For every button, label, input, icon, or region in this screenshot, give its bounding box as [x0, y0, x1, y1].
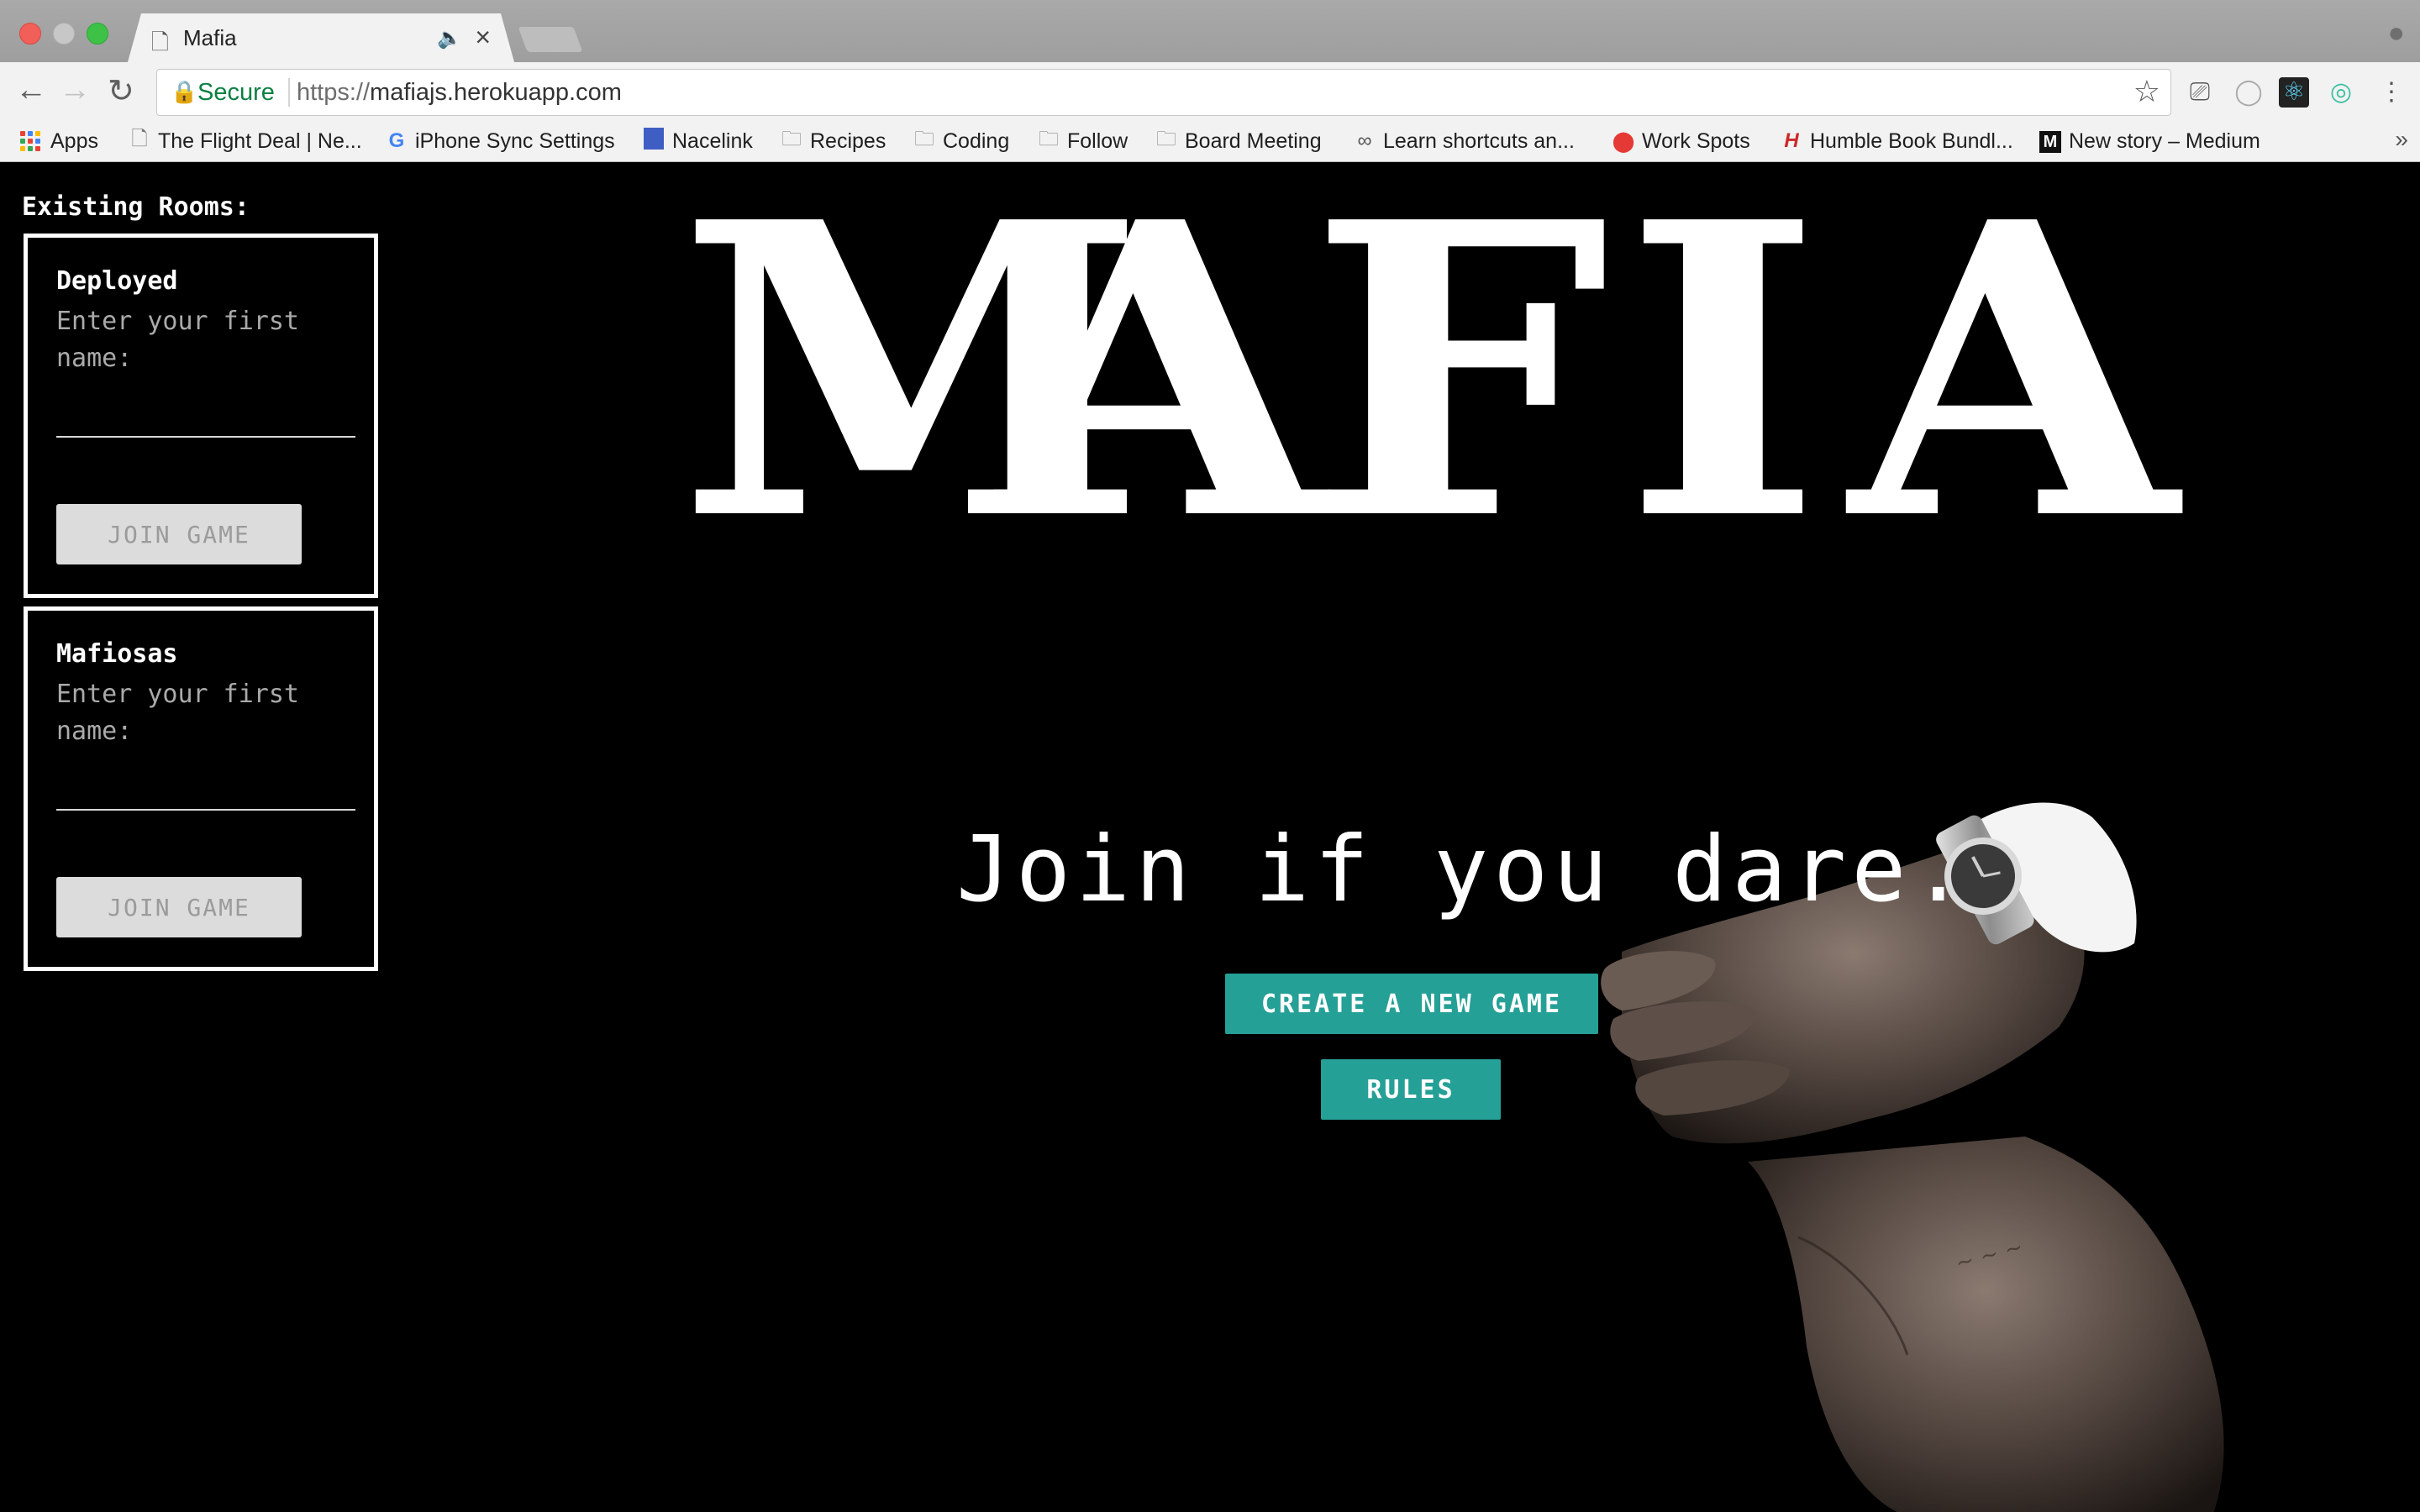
folder-icon: 🗀 [781, 127, 802, 150]
address-bar[interactable]: 🔒 Secure https://mafiajs.herokuapp.com ☆ [156, 69, 2171, 116]
bookmark-label: iPhone Sync Settings [415, 129, 615, 153]
bookmark-apps[interactable]: Apps [20, 124, 98, 158]
reload-icon[interactable]: ↻ [108, 72, 134, 110]
existing-rooms-heading: Existing Rooms: [22, 192, 250, 222]
tab-title: Mafia [183, 25, 237, 50]
room-name: Mafiosas [56, 639, 178, 669]
logo-letter: A [1849, 162, 2178, 609]
react-devtools-icon[interactable]: ⚛ [2279, 77, 2309, 108]
bookmark-iphone-sync[interactable]: G iPhone Sync Settings [385, 124, 615, 158]
url-host: mafiajs.herokuapp.com [370, 79, 622, 106]
more-bookmarks-chevron-icon[interactable]: » [2395, 126, 2408, 153]
page-content: Existing Rooms: Deployed Enter your firs… [0, 162, 2420, 1512]
bookmarks-bar: Apps 🗋 The Flight Deal | Ne... G iPhone … [0, 123, 2420, 162]
create-new-game-button[interactable]: CREATE A NEW GAME [1225, 974, 1598, 1034]
folder-icon: 🗀 [1156, 127, 1176, 150]
logo-letter: F [1308, 162, 1610, 609]
first-name-input[interactable] [56, 397, 355, 438]
secure-label: Secure [197, 79, 275, 106]
url-text[interactable]: https://mafiajs.herokuapp.com [297, 79, 622, 107]
window-close-button[interactable] [19, 23, 41, 45]
bookmark-humble-bundle[interactable]: H Humble Book Bundl... [1780, 124, 2013, 158]
rules-button[interactable]: RULES [1321, 1059, 1501, 1120]
folder-icon: 🗀 [1039, 127, 1059, 150]
back-arrow-icon[interactable]: ← [15, 72, 47, 108]
bookmark-label: Nacelink [672, 129, 753, 153]
bookmark-label: The Flight Deal | Ne... [158, 129, 362, 153]
map-pin-icon: ⬤ [1612, 129, 1635, 153]
bookmark-coding[interactable]: 🗀 Coding [913, 124, 1009, 158]
logo-letter: I [1623, 162, 1823, 609]
document-icon: 🗋 [151, 29, 169, 55]
first-name-input[interactable] [56, 770, 355, 811]
bookmark-label: Humble Book Bundl... [1810, 129, 2013, 153]
bookmark-medium[interactable]: M New story – Medium [2039, 124, 2260, 158]
bookmark-work-spots[interactable]: ⬤ Work Spots [1612, 124, 1750, 158]
medium-icon: M [2039, 129, 2062, 153]
room-name-prompt: Enter your first name: [56, 307, 299, 373]
folder-icon: 🗀 [914, 127, 934, 150]
new-tab-button[interactable] [518, 27, 583, 52]
join-game-button[interactable]: JOIN GAME [56, 877, 302, 937]
cast-icon[interactable]: ⎚ [2185, 77, 2215, 108]
join-game-button[interactable]: JOIN GAME [56, 504, 302, 564]
room-card-mafiosas: Mafiosas Enter your first name: JOIN GAM… [24, 606, 378, 971]
humble-icon: H [1784, 129, 1799, 152]
extension-color-icon[interactable]: ◎ [2326, 77, 2356, 108]
profile-avatar-icon[interactable]: ● [2387, 17, 2405, 50]
room-name: Deployed [56, 266, 178, 296]
shortcuts-icon: ∞ [1357, 129, 1372, 152]
logo-letter: A [997, 162, 1326, 609]
room-card-deployed: Deployed Enter your first name: JOIN GAM… [24, 234, 378, 598]
room-name-prompt: Enter your first name: [56, 680, 299, 746]
tab-close-icon[interactable]: × [475, 22, 491, 53]
lock-icon: 🔒 [171, 79, 198, 104]
bookmark-label: Follow [1067, 129, 1128, 153]
extension-circle-icon[interactable]: ◯ [2233, 77, 2264, 108]
bookmark-label: Board Meeting [1185, 129, 1322, 153]
url-scheme: https:// [297, 79, 371, 106]
tagline: Join if you dare. [956, 817, 1971, 922]
bookmark-flight-deal[interactable]: 🗋 The Flight Deal | Ne... [128, 124, 362, 158]
window-maximize-button[interactable] [87, 23, 108, 45]
bookmark-label: Work Spots [1642, 129, 1750, 153]
mafia-logo: M A F I A [678, 162, 2178, 609]
bookmark-board-meeting[interactable]: 🗀 Board Meeting [1155, 124, 1322, 158]
bookmark-label: Coding [943, 129, 1010, 153]
document-icon: 🗋 [131, 127, 148, 150]
bookmark-label: Apps [50, 129, 98, 153]
browser-tab-strip: 🗋 Mafia 🔈 × ● [0, 0, 2420, 62]
apps-grid-icon [20, 131, 40, 151]
bookmark-learn-shortcuts[interactable]: ∞ Learn shortcuts an... [1353, 124, 1575, 158]
bookmark-label: Recipes [810, 129, 886, 153]
nacelink-icon [642, 127, 666, 155]
bookmark-recipes[interactable]: 🗀 Recipes [780, 124, 886, 158]
google-icon: G [388, 129, 405, 152]
browser-toolbar: ← → ↻ 🔒 Secure https://mafiajs.herokuapp… [0, 62, 2420, 123]
bookmark-follow[interactable]: 🗀 Follow [1037, 124, 1128, 158]
window-minimize-button[interactable] [53, 23, 75, 45]
bookmark-label: New story – Medium [2069, 129, 2260, 153]
bookmark-nacelink[interactable]: Nacelink [642, 124, 753, 158]
address-separator [288, 78, 290, 107]
bookmark-star-icon[interactable]: ☆ [2133, 74, 2160, 109]
browser-tab-active[interactable]: 🗋 Mafia 🔈 × [128, 13, 514, 62]
browser-menu-icon[interactable]: ⋮ [2376, 77, 2407, 108]
forward-arrow-icon[interactable]: → [59, 72, 91, 108]
audio-playing-icon[interactable]: 🔈 [437, 26, 462, 50]
bookmark-label: Learn shortcuts an... [1383, 129, 1575, 153]
